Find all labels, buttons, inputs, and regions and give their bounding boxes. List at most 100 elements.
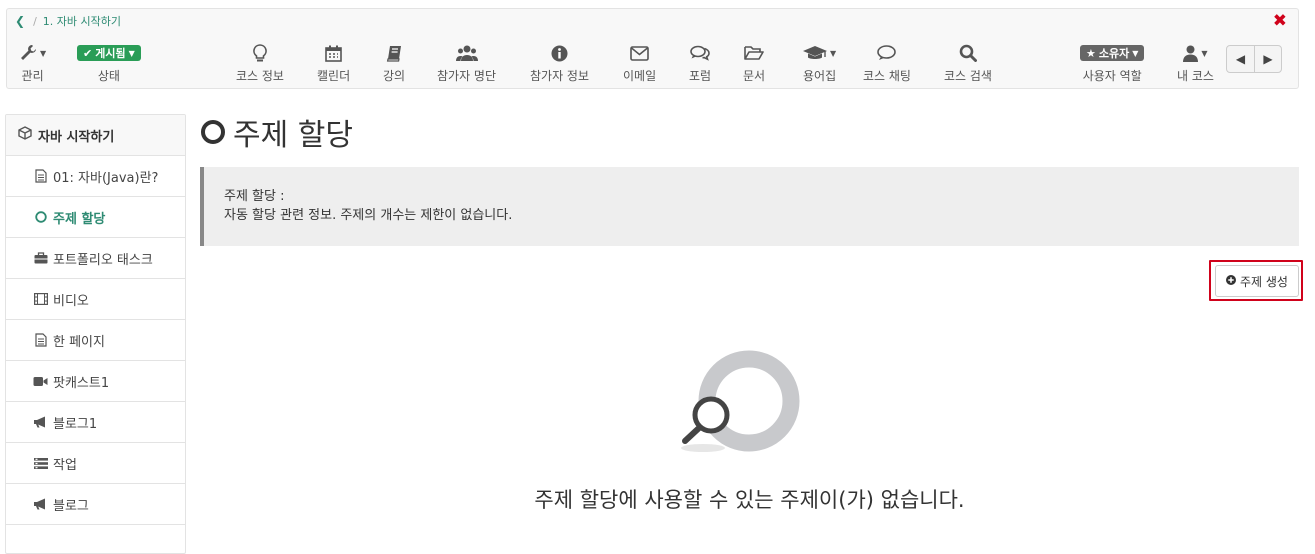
tool-course-info[interactable]: 코스 정보 [236, 42, 284, 84]
sidebar-item-label: 01: 자바(Java)란? [53, 170, 159, 186]
sidebar-header[interactable]: 자바 시작하기 [6, 115, 185, 156]
envelope-icon [630, 42, 649, 64]
comments-icon [690, 42, 710, 64]
calendar-icon [325, 42, 342, 64]
breadcrumb-separator: / [33, 14, 37, 28]
user-role-label: 사용자 역할 [1082, 69, 1142, 83]
circle-icon [201, 120, 225, 144]
caret-down-icon: ▼ [128, 48, 135, 58]
briefcase-icon [33, 252, 48, 264]
user-role-menu[interactable]: ★ 소유자 ▼ 사용자 역할 [1080, 42, 1145, 84]
megaphone-icon [33, 416, 48, 428]
close-icon[interactable]: ✖ [1273, 13, 1287, 30]
sidebar-item-label: 작업 [53, 457, 77, 473]
check-icon: ✔ [83, 46, 93, 60]
tool-email[interactable]: 이메일 [623, 42, 656, 84]
course-toolbar: ❮ / 1. 자바 시작하기 ✖ ▼ 관리 ✔ 게시됨 ▼ 상태 코스 정보 캘… [6, 8, 1299, 89]
sidebar-item-label: 팟캐스트1 [53, 375, 110, 391]
tool-participants[interactable]: 참가자 명단 [437, 42, 496, 84]
glossary-label: 용어집 [803, 69, 837, 83]
sidebar-item-portfolio-task[interactable]: 포트폴리오 태스크 [6, 238, 185, 279]
tool-forum[interactable]: 포럼 [689, 42, 711, 84]
lecture-label: 강의 [383, 69, 406, 83]
page-title-text: 주제 할당 [233, 118, 353, 153]
next-arrow-icon[interactable]: ▶ [1254, 46, 1281, 72]
sidebar-title: 자바 시작하기 [38, 129, 115, 145]
my-courses-menu[interactable]: ▼ 내 코스 [1177, 42, 1214, 84]
empty-state-search-icon [675, 348, 805, 458]
sidebar-item-topic-assignment[interactable]: 주제 할당 [6, 197, 185, 238]
course-nav-buttons: ◀ ▶ [1226, 45, 1282, 73]
sidebar-item-label: 한 페이지 [53, 334, 105, 350]
empty-state-message: 주제 할당에 사용할 수 있는 주제이(가) 없습니다. [534, 488, 965, 512]
forum-label: 포럼 [689, 69, 712, 83]
sidebar-item-label: 주제 할당 [53, 211, 106, 227]
tool-course-search[interactable]: 코스 검색 [944, 42, 992, 84]
film-icon [33, 293, 48, 305]
course-info-label: 코스 정보 [236, 69, 284, 83]
participant-info-label: 참가자 정보 [530, 69, 590, 83]
sidebar-item-label: 포트폴리오 태스크 [53, 252, 153, 268]
tool-glossary[interactable]: ▼ 용어집 [803, 42, 836, 84]
info-label: 주제 할당 : [224, 189, 285, 204]
calendar-label: 캘린더 [317, 69, 351, 83]
info-box: 주제 할당 : 자동 할당 관련 정보. 주제의 개수는 제한이 없습니다. [200, 167, 1299, 246]
sidebar-item-what-is-java[interactable]: 01: 자바(Java)란? [6, 156, 185, 197]
documents-label: 문서 [743, 69, 766, 83]
status-label: 상태 [97, 69, 120, 83]
wrench-icon: ▼ [19, 42, 46, 64]
previous-arrow-icon[interactable]: ◀ [1227, 46, 1254, 72]
status-menu[interactable]: ✔ 게시됨 ▼ 상태 [77, 42, 141, 84]
course-search-label: 코스 검색 [944, 69, 992, 83]
sidebar-item-blog1[interactable]: 블로그1 [6, 402, 185, 443]
back-chevron-icon[interactable]: ❮ [15, 14, 25, 28]
document-icon [33, 333, 48, 347]
comment-icon [877, 42, 897, 64]
tool-documents[interactable]: 문서 [743, 42, 765, 84]
tool-lecture[interactable]: 강의 [383, 42, 405, 84]
sidebar-item-task[interactable]: 작업 [6, 443, 185, 484]
manage-menu[interactable]: ▼ 관리 [19, 42, 46, 84]
tool-course-chat[interactable]: 코스 채팅 [863, 42, 911, 84]
sidebar-item-video[interactable]: 비디오 [6, 279, 185, 320]
document-icon [33, 169, 48, 183]
breadcrumb-current[interactable]: 1. 자바 시작하기 [43, 13, 121, 29]
create-topic-button[interactable]: 주제 생성 [1215, 265, 1299, 297]
caret-down-icon: ▼ [1132, 48, 1139, 58]
owner-badge[interactable]: ★ 소유자 ▼ [1080, 45, 1145, 61]
breadcrumb: ❮ / 1. 자바 시작하기 [15, 14, 121, 28]
course-chat-label: 코스 채팅 [863, 69, 911, 83]
folder-open-icon [744, 42, 764, 64]
graduation-cap-icon: ▼ [803, 42, 836, 64]
my-courses-label: 내 코스 [1177, 69, 1214, 83]
user-icon: ▼ [1183, 42, 1208, 64]
published-badge[interactable]: ✔ 게시됨 ▼ [77, 45, 141, 61]
cube-icon [18, 126, 32, 144]
plus-circle-icon [1226, 274, 1236, 288]
sidebar-item-podcast[interactable]: 팟캐스트1 [6, 361, 185, 402]
email-label: 이메일 [623, 69, 657, 83]
task-list-icon [33, 457, 48, 469]
tool-calendar[interactable]: 캘린더 [317, 42, 350, 84]
published-badge-label: 게시됨 [95, 47, 126, 60]
sidebar-item-single-page[interactable]: 한 페이지 [6, 320, 185, 361]
create-topic-label: 주제 생성 [1240, 274, 1288, 289]
megaphone-icon [33, 498, 48, 510]
sidebar-item-blog[interactable]: 블로그 [6, 484, 185, 525]
video-camera-icon [33, 376, 48, 387]
participants-label: 참가자 명단 [437, 69, 497, 83]
page-title: 주제 할당 [201, 110, 353, 154]
info-circle-icon [551, 42, 568, 64]
star-icon: ★ [1086, 46, 1096, 60]
course-sidebar: 자바 시작하기 01: 자바(Java)란? 주제 할당 포트폴리오 태스크 비… [5, 114, 186, 554]
info-text: 자동 할당 관련 정보. 주제의 개수는 제한이 없습니다. [224, 208, 513, 223]
sidebar-item-label: 블로그 [53, 498, 89, 514]
book-icon [386, 42, 402, 64]
circle-icon [33, 211, 48, 223]
manage-label: 관리 [21, 69, 44, 83]
tool-participant-info[interactable]: 참가자 정보 [530, 42, 589, 84]
search-icon [959, 42, 977, 64]
sidebar-item-label: 비디오 [53, 293, 89, 309]
lightbulb-icon [252, 42, 268, 64]
sidebar-item-label: 블로그1 [53, 416, 98, 432]
